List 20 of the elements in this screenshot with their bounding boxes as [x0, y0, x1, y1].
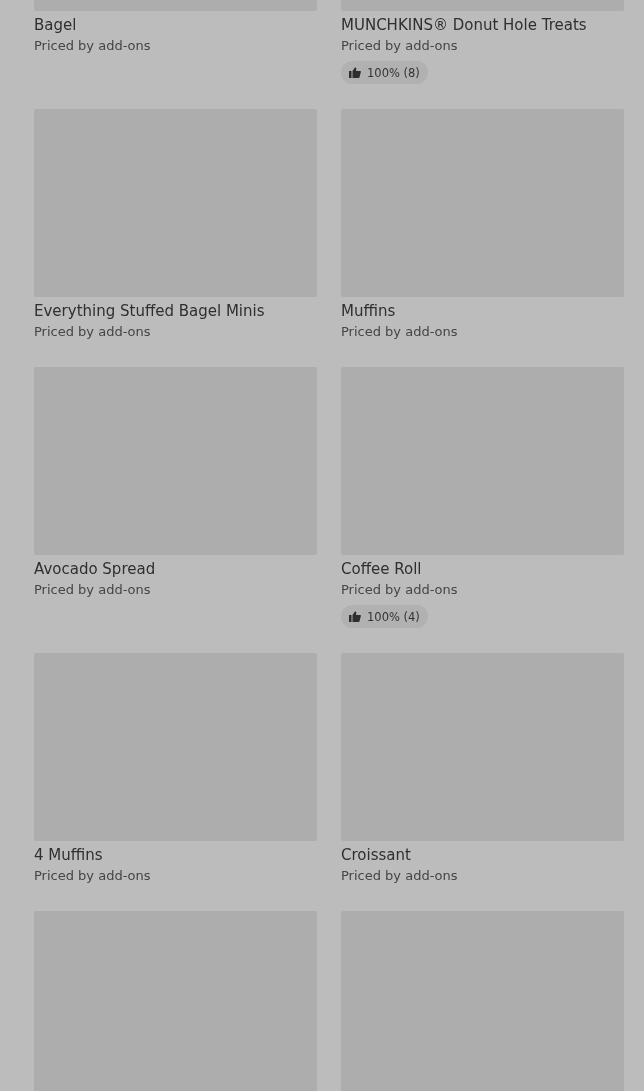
thumbs-up-icon [349, 611, 361, 622]
price-note: Priced by add-ons [34, 867, 152, 885]
rating-badge: 100% (8) [341, 61, 428, 84]
price-note: Priced by add-ons [341, 37, 459, 55]
price-note: Priced by add-ons [34, 581, 152, 599]
item-name: Coffee Roll [341, 559, 423, 580]
price-note: Priced by add-ons [341, 323, 459, 341]
item-name: Croissant [341, 845, 412, 866]
rating-badge: 100% (4) [341, 605, 428, 628]
price-note: Priced by add-ons [341, 867, 459, 885]
price-note: Priced by add-ons [341, 581, 459, 599]
item-name: Everything Stuffed Bagel Minis [34, 301, 266, 322]
price-note: Priced by add-ons [34, 37, 152, 55]
price-note: Priced by add-ons [34, 323, 152, 341]
item-name: Avocado Spread [34, 559, 157, 580]
thumbs-up-icon [349, 67, 361, 78]
item-name: Bagel [34, 15, 78, 36]
item-name: 4 Muffins [34, 845, 104, 866]
item-name: Muffins [341, 301, 397, 322]
item-name: MUNCHKINS® Donut Hole Treats [341, 15, 588, 36]
